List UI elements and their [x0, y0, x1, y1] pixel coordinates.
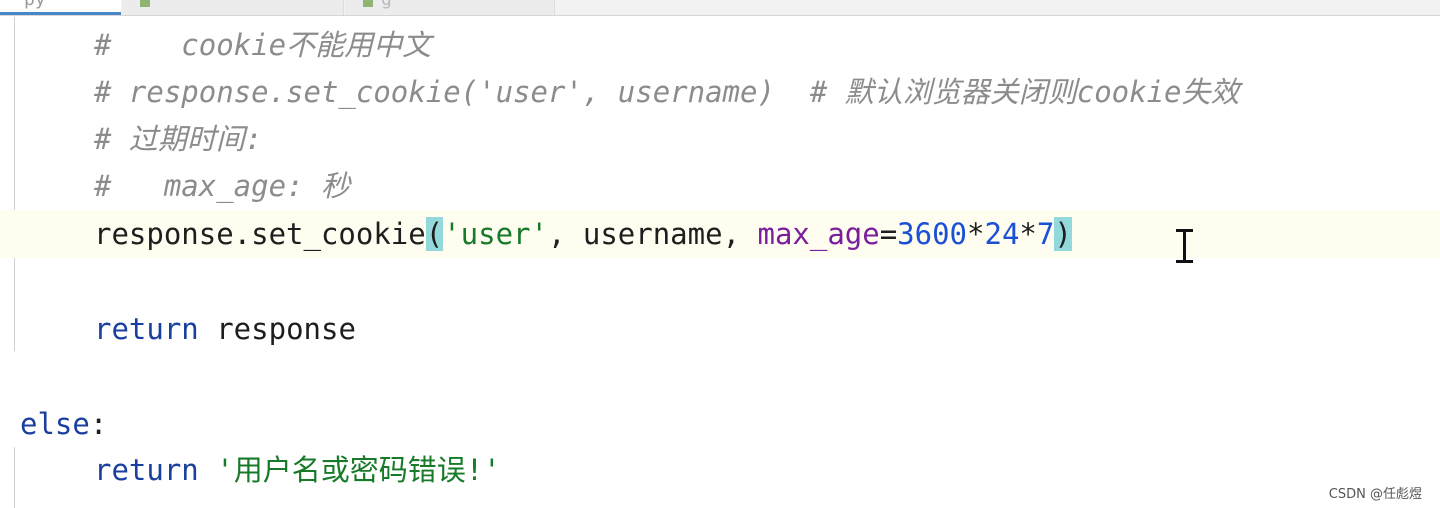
comment-text: # 过期时间: [94, 122, 263, 156]
editor-tab-bar: py g [0, 0, 1440, 16]
code-number: 7 [1036, 217, 1055, 251]
code-editor[interactable]: # cookie不能用中文 # response.set_cookie('use… [0, 17, 1440, 508]
code-line-comment[interactable]: # response.set_cookie('user', username) … [94, 72, 1240, 112]
code-identifier: response [198, 312, 356, 346]
code-operator: * [967, 217, 985, 251]
code-line-set-cookie[interactable]: response.set_cookie('user', username, ma… [94, 214, 1072, 254]
comment-hash: # [94, 169, 112, 203]
comment-text: cookie不能用中文 [111, 28, 432, 62]
code-string: 'user' [443, 217, 548, 251]
watermark: CSDN @任彪煜 [1328, 487, 1422, 502]
code-operator: * [1019, 217, 1037, 251]
code-keyword: else [20, 407, 90, 441]
code-line-comment[interactable]: # 过期时间: [94, 119, 262, 159]
html-file-icon [140, 0, 150, 7]
code-line-return-error[interactable]: return '用户名或密码错误!' [94, 450, 501, 490]
indent-guide [14, 447, 15, 508]
code-line-else[interactable]: else: [20, 404, 107, 444]
code-args: , username, [547, 217, 758, 251]
code-operator: = [879, 217, 898, 251]
code-keyword: return [94, 453, 199, 487]
tab-file-3[interactable]: g [345, 0, 555, 15]
tab-label: py [24, 0, 46, 10]
code-keyword: return [94, 312, 199, 346]
code-kwarg: max_age [757, 217, 880, 251]
comment-text: max_age: 秒 [111, 169, 350, 203]
tab-label: g [381, 0, 392, 10]
brace-match-open: ( [425, 217, 444, 251]
code-string: '用户名或密码错误!' [216, 453, 501, 487]
comment-text: # response.set_cookie('user', username) … [94, 75, 1240, 109]
code-line-comment[interactable]: # max_age: 秒 [94, 166, 350, 206]
code-operator: : [89, 407, 108, 441]
code-line-comment[interactable]: # cookie不能用中文 [94, 25, 431, 65]
text-cursor-icon [1175, 229, 1195, 263]
brace-match-close: ) [1054, 217, 1072, 251]
indent-guide [14, 17, 15, 351]
code-identifier: response.set_cookie [94, 217, 426, 251]
code-number: 24 [984, 217, 1020, 251]
html-file-icon [363, 0, 373, 7]
code-line-return[interactable]: return response [94, 309, 356, 349]
tab-file-2[interactable] [122, 0, 344, 15]
code-number: 3600 [897, 217, 968, 251]
tab-active-py[interactable]: py [0, 0, 121, 15]
comment-hash: # [94, 28, 112, 62]
